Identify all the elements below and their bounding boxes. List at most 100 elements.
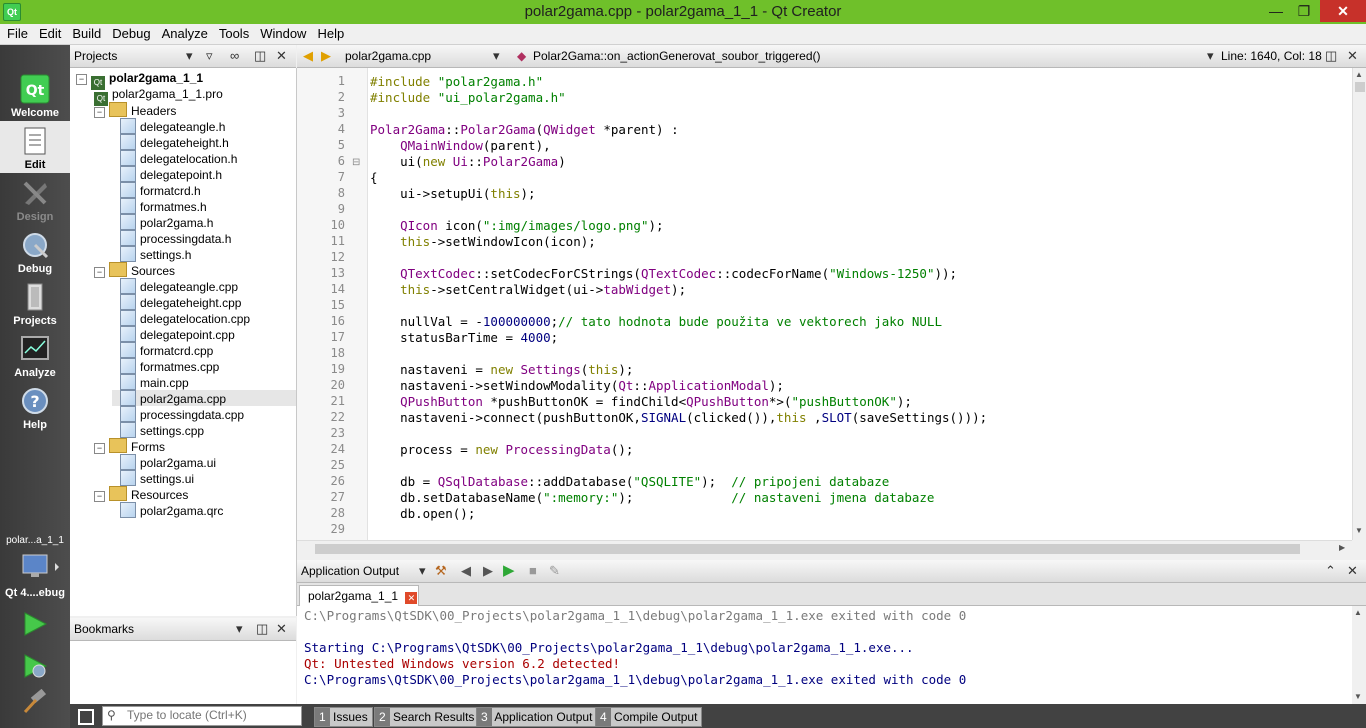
collapse-toggle-icon[interactable]: − bbox=[94, 491, 105, 502]
output-scrollbar[interactable]: ▲ ▼ bbox=[1352, 606, 1366, 704]
scroll-down-icon[interactable]: ▼ bbox=[1355, 526, 1363, 535]
tree-item[interactable]: Qt polar2gama_1_1.pro bbox=[94, 86, 223, 106]
tree-item[interactable]: polar2gama.qrc bbox=[112, 502, 223, 518]
open-file-select[interactable]: polar2gama.cpp bbox=[345, 45, 431, 67]
menu-help[interactable]: Help bbox=[310, 24, 348, 41]
stop-icon[interactable]: ■ bbox=[529, 560, 537, 582]
split-icon[interactable]: ◫ bbox=[256, 618, 268, 640]
bookmarks-title[interactable]: Bookmarks bbox=[74, 622, 134, 636]
dropdown-arrow-icon[interactable]: ▾ bbox=[236, 618, 243, 640]
tree-item[interactable]: delegatepoint.h bbox=[112, 166, 222, 182]
tree-item[interactable]: settings.h bbox=[112, 246, 191, 262]
close-pane-icon[interactable]: ✕ bbox=[276, 618, 287, 640]
forward-arrow-icon[interactable]: ▶ bbox=[321, 45, 331, 67]
menu-window[interactable]: Window bbox=[253, 24, 310, 41]
tree-item[interactable]: settings.ui bbox=[112, 470, 194, 486]
locator-input[interactable] bbox=[127, 707, 295, 723]
search-results-tab[interactable]: 2 Search Results bbox=[374, 707, 480, 727]
tree-item[interactable]: main.cpp bbox=[112, 374, 189, 390]
cursor-position[interactable]: Line: 1640, Col: 18 bbox=[1221, 45, 1322, 67]
tree-item[interactable]: − Sources bbox=[94, 262, 175, 278]
compile-output-tab[interactable]: 4 Compile Output bbox=[595, 707, 703, 727]
tree-item[interactable]: delegatelocation.cpp bbox=[112, 310, 250, 326]
scroll-up-icon[interactable]: ▲ bbox=[1355, 70, 1363, 79]
close-editor-icon[interactable]: ✕ bbox=[1347, 45, 1358, 67]
mode-analyze[interactable]: Analyze bbox=[0, 329, 70, 381]
tree-item[interactable]: formatmes.cpp bbox=[112, 358, 219, 374]
scroll-up-icon[interactable]: ▲ bbox=[1354, 608, 1362, 617]
menu-tools[interactable]: Tools bbox=[212, 24, 253, 41]
back-arrow-icon[interactable]: ◀ bbox=[303, 45, 313, 67]
tree-item[interactable]: delegatelocation.h bbox=[112, 150, 237, 166]
collapse-toggle-icon[interactable]: − bbox=[94, 443, 105, 454]
dropdown-arrow-icon[interactable]: ▾ bbox=[419, 560, 426, 582]
attach-icon[interactable]: ✎ bbox=[549, 560, 560, 582]
mode-projects[interactable]: Projects bbox=[0, 277, 70, 329]
tree-item[interactable]: delegateheight.h bbox=[112, 134, 229, 150]
close-button[interactable]: ✕ bbox=[1320, 0, 1366, 22]
tree-item[interactable]: delegatepoint.cpp bbox=[112, 326, 235, 342]
tree-item[interactable]: − Headers bbox=[94, 102, 176, 118]
editor-horizontal-scrollbar[interactable]: ▶ bbox=[297, 540, 1352, 557]
maximize-pane-icon[interactable]: ⌃ bbox=[1325, 560, 1336, 582]
locator-box[interactable]: ⚲ bbox=[102, 706, 302, 726]
dropdown-arrow-icon[interactable]: ▾ bbox=[1207, 45, 1214, 67]
previous-item-icon[interactable]: ◀ bbox=[461, 560, 471, 582]
tree-item[interactable]: polar2gama.h bbox=[112, 214, 213, 230]
mode-debug[interactable]: Debug bbox=[0, 225, 70, 277]
hscroll-thumb[interactable] bbox=[315, 544, 1300, 554]
split-icon[interactable]: ◫ bbox=[254, 45, 266, 67]
mode-edit[interactable]: Edit bbox=[0, 121, 70, 173]
tree-item[interactable]: formatcrd.h bbox=[112, 182, 201, 198]
maximize-button[interactable]: ❐ bbox=[1290, 0, 1318, 22]
dropdown-arrow-icon[interactable]: ▾ bbox=[493, 45, 500, 67]
next-item-icon[interactable]: ▶ bbox=[483, 560, 493, 582]
fold-marker-icon[interactable]: ⊟ bbox=[352, 157, 360, 168]
tree-item[interactable]: delegateangle.h bbox=[112, 118, 225, 134]
tree-item[interactable]: − Forms bbox=[94, 438, 165, 454]
close-pane-icon[interactable]: ✕ bbox=[276, 45, 287, 67]
tree-item[interactable]: polar2gama.cpp bbox=[112, 390, 296, 406]
split-icon[interactable]: ◫ bbox=[1325, 45, 1337, 67]
link-icon[interactable]: ∞ bbox=[230, 45, 239, 67]
close-tab-icon[interactable]: ✕ bbox=[405, 592, 418, 604]
scroll-right-icon[interactable]: ▶ bbox=[1339, 543, 1345, 552]
menu-analyze[interactable]: Analyze bbox=[155, 24, 212, 41]
tree-item[interactable]: − Resources bbox=[94, 486, 188, 502]
rerun-icon[interactable]: ▶ bbox=[503, 560, 515, 582]
debug-run-button[interactable] bbox=[22, 653, 48, 682]
tree-item[interactable]: processingdata.cpp bbox=[112, 406, 244, 422]
tree-item[interactable]: formatmes.h bbox=[112, 198, 207, 214]
collapse-toggle-icon[interactable]: − bbox=[94, 107, 105, 118]
mode-help[interactable]: ? Help bbox=[0, 381, 70, 433]
projects-view-select[interactable]: Projects bbox=[74, 49, 117, 63]
menu-edit[interactable]: Edit bbox=[32, 24, 65, 41]
issues-tab[interactable]: 1 Issues bbox=[314, 707, 373, 727]
tree-item[interactable]: formatcrd.cpp bbox=[112, 342, 213, 358]
tree-item[interactable]: delegateangle.cpp bbox=[112, 278, 238, 294]
application-output-tab[interactable]: 3 Application Output bbox=[476, 707, 598, 727]
menu-file[interactable]: File bbox=[0, 24, 32, 41]
collapse-toggle-icon[interactable]: − bbox=[94, 267, 105, 278]
collapse-toggle-icon[interactable]: − bbox=[76, 74, 87, 85]
scroll-thumb[interactable] bbox=[1355, 82, 1365, 92]
tree-item[interactable]: processingdata.h bbox=[112, 230, 231, 246]
close-pane-icon[interactable]: ✕ bbox=[1347, 560, 1358, 582]
build-hammer-icon[interactable] bbox=[22, 688, 48, 718]
toggle-sidebar-icon[interactable] bbox=[78, 709, 94, 725]
output-tab[interactable]: polar2gama_1_1 ✕ bbox=[299, 585, 419, 606]
scroll-down-icon[interactable]: ▼ bbox=[1354, 692, 1362, 701]
editor-vertical-scrollbar[interactable]: ▲ ▼ bbox=[1352, 68, 1366, 540]
tree-item[interactable]: − Qt polar2gama_1_1 bbox=[76, 70, 203, 90]
mode-design[interactable]: Design bbox=[0, 173, 70, 225]
run-button[interactable] bbox=[22, 611, 48, 640]
filter-icon[interactable]: ▿ bbox=[206, 45, 213, 67]
minimize-button[interactable]: — bbox=[1262, 0, 1290, 22]
output-pane-select[interactable]: Application Output bbox=[301, 564, 399, 578]
mode-welcome[interactable]: Qt Welcome bbox=[0, 69, 70, 121]
clean-icon[interactable]: ⚒ bbox=[435, 560, 447, 582]
target-monitor-icon[interactable] bbox=[19, 553, 59, 579]
menu-debug[interactable]: Debug bbox=[105, 24, 154, 41]
tree-item[interactable]: settings.cpp bbox=[112, 422, 204, 438]
symbol-select[interactable]: Polar2Gama::on_actionGenerovat_soubor_tr… bbox=[533, 45, 821, 67]
